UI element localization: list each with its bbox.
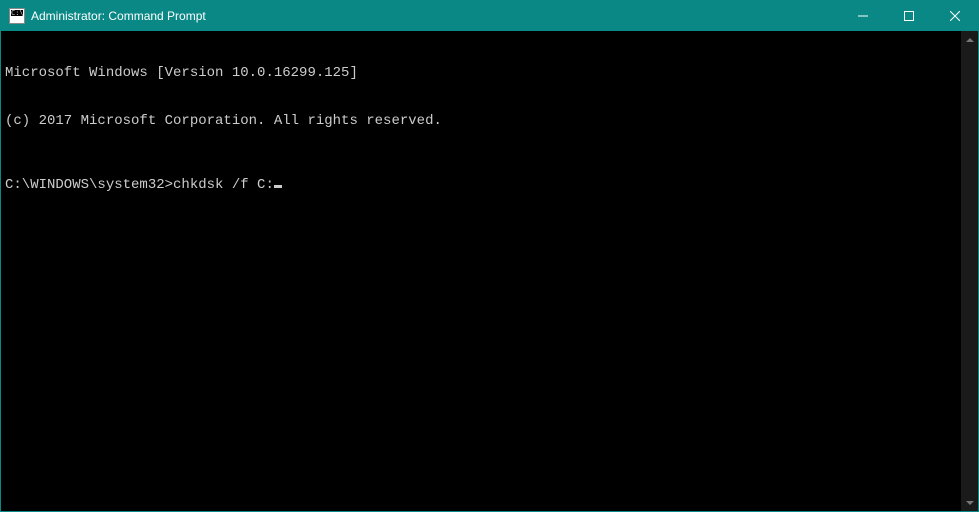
app-icon (9, 8, 25, 24)
titlebar[interactable]: Administrator: Command Prompt (1, 1, 978, 31)
chevron-down-icon (966, 499, 974, 507)
minimize-icon (858, 11, 868, 21)
scroll-down-button[interactable] (961, 494, 978, 511)
command-prompt-window: Administrator: Command Prompt Microsoft … (0, 0, 979, 512)
window-title: Administrator: Command Prompt (31, 9, 840, 23)
prompt-line: C:\WINDOWS\system32>chkdsk /f C: (5, 177, 957, 193)
content-area: Microsoft Windows [Version 10.0.16299.12… (1, 31, 978, 511)
terminal-output[interactable]: Microsoft Windows [Version 10.0.16299.12… (1, 31, 961, 511)
chevron-up-icon (966, 36, 974, 44)
close-icon (950, 11, 960, 21)
maximize-button[interactable] (886, 1, 932, 31)
vertical-scrollbar[interactable] (961, 31, 978, 511)
minimize-button[interactable] (840, 1, 886, 31)
maximize-icon (904, 11, 914, 21)
scroll-track[interactable] (961, 48, 978, 494)
output-line: (c) 2017 Microsoft Corporation. All righ… (5, 113, 957, 129)
command-text: chkdsk /f C: (173, 177, 274, 193)
scroll-up-button[interactable] (961, 31, 978, 48)
close-button[interactable] (932, 1, 978, 31)
output-line: Microsoft Windows [Version 10.0.16299.12… (5, 65, 957, 81)
window-controls (840, 1, 978, 31)
prompt-text: C:\WINDOWS\system32> (5, 177, 173, 193)
cursor (274, 185, 282, 188)
